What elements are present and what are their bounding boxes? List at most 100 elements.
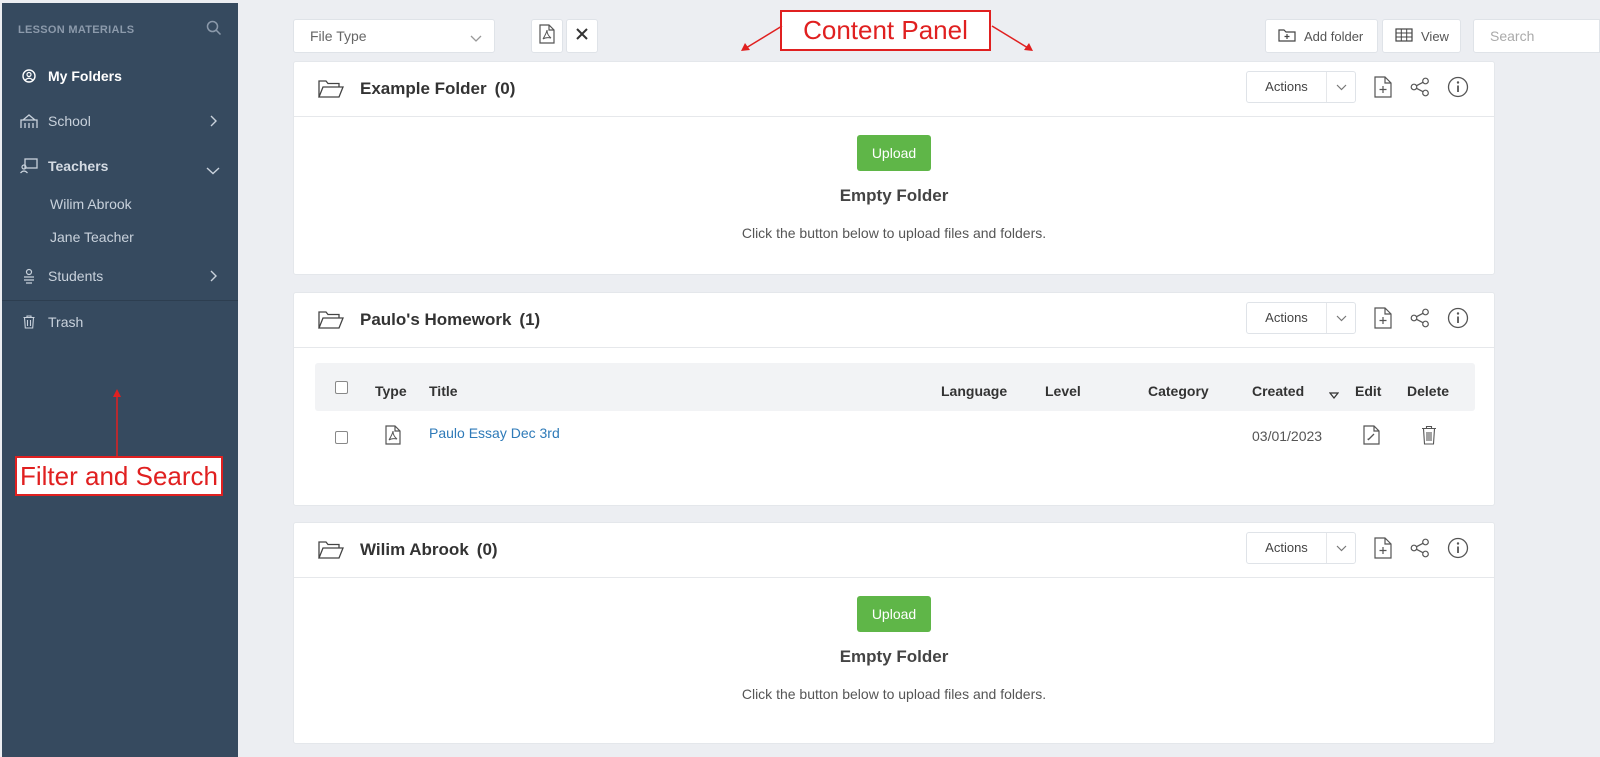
teacher-icon (20, 157, 38, 175)
sidebar-item-label: My Folders (48, 68, 122, 84)
annotation-content-panel: Content Panel (780, 10, 991, 51)
empty-folder-panel: Upload Empty Folder Click the button bel… (294, 117, 1494, 241)
info-icon[interactable] (1446, 75, 1470, 99)
share-icon[interactable] (1408, 306, 1432, 330)
sidebar-divider (2, 300, 238, 301)
folder-header: Wilim Abrook (0) Actions (294, 523, 1494, 578)
actions-label: Actions (1247, 533, 1327, 563)
cell-created: 03/01/2023 (1252, 428, 1323, 444)
students-icon (20, 267, 38, 285)
column-created[interactable]: Created (1252, 383, 1304, 399)
add-file-icon[interactable] (1371, 306, 1395, 330)
delete-trash-icon[interactable] (1421, 425, 1437, 448)
empty-folder-text: Click the button below to upload files a… (741, 225, 1047, 241)
sidebar-item-label: Trash (48, 314, 84, 330)
select-all-checkbox[interactable] (335, 381, 348, 394)
annotation-arrow-left (741, 25, 783, 51)
empty-folder-text: Click the button below to upload files a… (741, 686, 1047, 702)
pdf-filter-button[interactable] (531, 19, 563, 53)
sidebar-heading: LESSON MATERIALS (18, 24, 135, 36)
open-folder-icon (318, 79, 344, 99)
sidebar-subitem-jane-teacher[interactable]: Jane Teacher (50, 229, 134, 245)
add-file-icon[interactable] (1371, 536, 1395, 560)
empty-folder-panel: Upload Empty Folder Click the button bel… (294, 578, 1494, 702)
folder-card-paulos-homework: Paulo's Homework (1) Actions Type Title … (293, 292, 1495, 506)
chevron-down-icon (1327, 315, 1355, 322)
actions-dropdown[interactable]: Actions (1246, 71, 1356, 103)
file-title-link[interactable]: Paulo Essay Dec 3rd (429, 425, 560, 441)
actions-dropdown[interactable]: Actions (1246, 302, 1356, 334)
open-folder-icon (318, 310, 344, 330)
chevron-down-icon (1327, 545, 1355, 552)
folder-count: (0) (476, 540, 498, 559)
annotation-arrow-up (113, 389, 121, 460)
empty-folder-title: Empty Folder (839, 647, 949, 666)
sidebar-item-my-folders[interactable]: My Folders (2, 61, 238, 91)
actions-label: Actions (1247, 72, 1327, 102)
sidebar-item-label: Teachers (48, 158, 109, 174)
share-icon[interactable] (1408, 75, 1432, 99)
file-type-select[interactable]: File Type (293, 19, 495, 53)
sidebar-item-teachers[interactable]: Teachers (2, 151, 238, 181)
sidebar-subitem-wilim-abrook[interactable]: Wilim Abrook (50, 196, 132, 212)
close-icon (576, 27, 588, 45)
add-folder-button[interactable]: Add folder (1265, 19, 1378, 53)
folder-plus-icon (1278, 28, 1296, 45)
column-category: Category (1148, 383, 1209, 399)
chevron-down-icon (206, 162, 220, 178)
chevron-right-icon (210, 114, 218, 130)
folder-card-example-folder: Example Folder (0) Actions Upload Empty … (293, 61, 1495, 275)
folder-title: Wilim Abrook (360, 540, 469, 559)
column-edit: Edit (1355, 383, 1382, 399)
search-input[interactable]: Search (1473, 19, 1600, 53)
trash-icon (20, 313, 38, 331)
info-icon[interactable] (1446, 536, 1470, 560)
sidebar-item-school[interactable]: School (2, 106, 238, 136)
table-header: Type Title Language Level Category Creat… (315, 363, 1475, 411)
actions-dropdown[interactable]: Actions (1246, 532, 1356, 564)
clear-filter-button[interactable] (566, 19, 598, 53)
pdf-file-icon (539, 23, 555, 49)
sort-descending-icon[interactable] (1328, 386, 1340, 402)
sidebar-header: LESSON MATERIALS (2, 3, 238, 57)
row-checkbox[interactable] (335, 431, 348, 444)
view-label: View (1421, 28, 1449, 44)
folder-title: Example Folder (360, 79, 487, 98)
edit-file-icon[interactable] (1363, 425, 1381, 448)
search-icon[interactable] (206, 20, 222, 41)
info-icon[interactable] (1446, 306, 1470, 330)
add-folder-label: Add folder (1304, 28, 1364, 44)
folder-title: Paulo's Homework (360, 310, 512, 329)
upload-button[interactable]: Upload (857, 596, 931, 632)
sidebar-item-students[interactable]: Students (2, 261, 238, 291)
files-table: Type Title Language Level Category Creat… (315, 363, 1475, 459)
annotation-arrow-right (991, 25, 1033, 51)
folder-card-wilim-abrook: Wilim Abrook (0) Actions Upload Empty Fo… (293, 522, 1495, 744)
column-level: Level (1045, 383, 1081, 399)
chevron-down-icon (470, 30, 482, 46)
upload-button[interactable]: Upload (857, 135, 931, 171)
share-icon[interactable] (1408, 536, 1432, 560)
column-type: Type (375, 383, 407, 399)
chevron-right-icon (210, 269, 218, 285)
sidebar-item-label: Students (48, 268, 104, 284)
folder-header: Paulo's Homework (1) Actions (294, 293, 1494, 348)
grid-icon (1395, 27, 1413, 45)
actions-label: Actions (1247, 303, 1327, 333)
folder-header: Example Folder (0) Actions (294, 62, 1494, 117)
empty-folder-title: Empty Folder (839, 186, 949, 205)
pdf-file-icon (385, 425, 401, 448)
file-type-select-value: File Type (310, 28, 367, 44)
add-file-icon[interactable] (1371, 75, 1395, 99)
school-icon (20, 112, 38, 130)
chevron-down-icon (1327, 84, 1355, 91)
user-circle-icon (20, 67, 38, 85)
table-row: Paulo Essay Dec 3rd 03/01/2023 (315, 411, 1475, 459)
sidebar-item-trash[interactable]: Trash (2, 307, 238, 337)
open-folder-icon (318, 540, 344, 560)
annotation-filter-and-search: Filter and Search (15, 456, 223, 496)
sidebar-item-label: School (48, 113, 91, 129)
folder-count: (0) (494, 79, 516, 98)
folder-count: (1) (519, 310, 541, 329)
view-button[interactable]: View (1382, 19, 1461, 53)
